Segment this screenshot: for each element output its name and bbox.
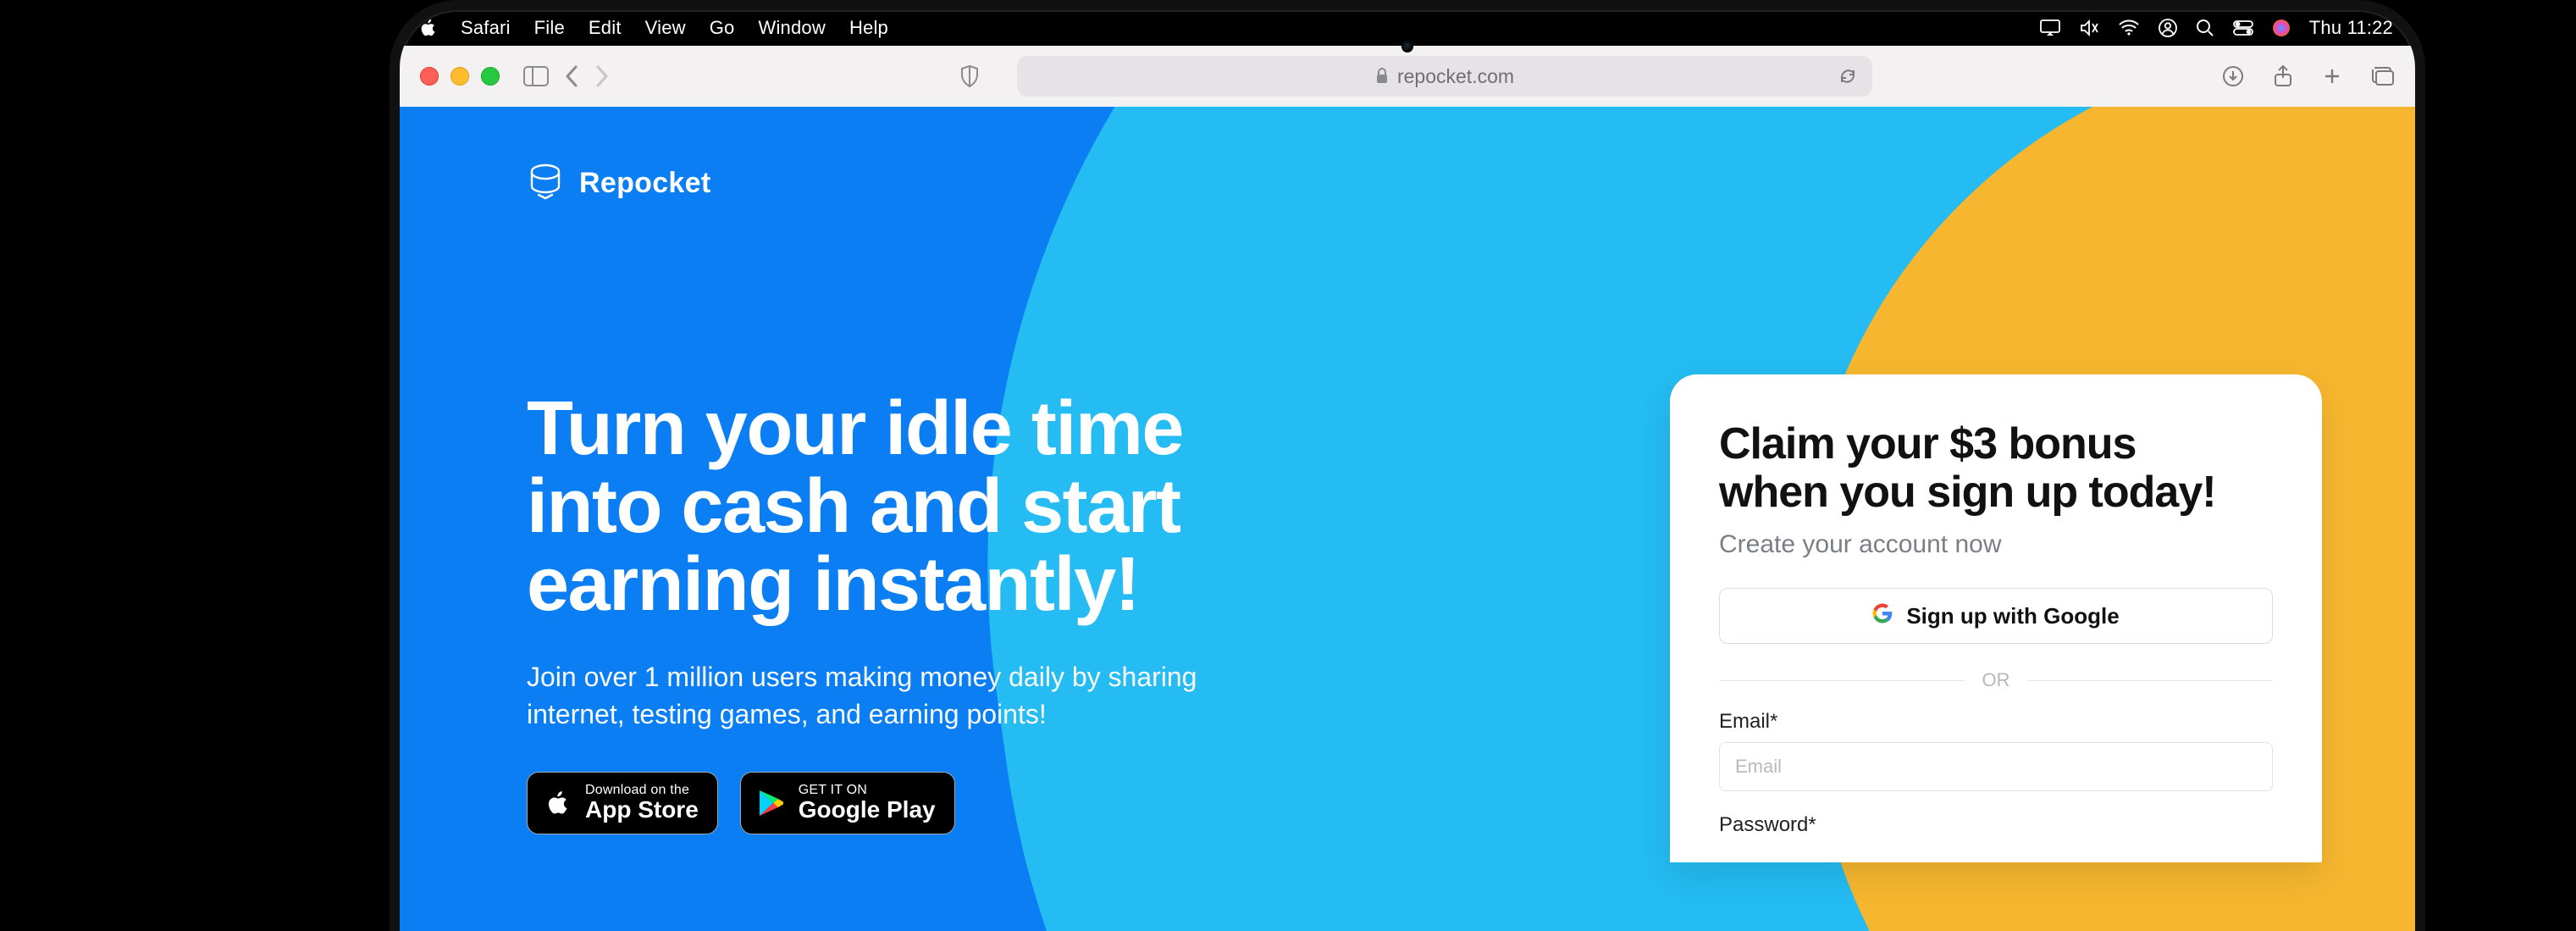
hero-subtitle: Join over 1 million users making money d… [527,659,1221,732]
brand-logo[interactable]: Repocket [527,163,2288,204]
forward-button[interactable] [594,64,610,88]
apple-logo-icon[interactable] [418,19,437,37]
google-signup-label: Sign up with Google [1906,603,2119,629]
page-viewport: Repocket Turn your idle time into cash a… [400,107,2415,931]
share-icon[interactable] [2273,64,2293,88]
mute-icon[interactable] [2079,19,2099,37]
tabs-overview-icon[interactable] [2371,66,2395,86]
laptop-frame: Safari File Edit View Go Window Help [390,0,2425,931]
close-window-button[interactable] [420,67,439,86]
menubar-item-edit[interactable]: Edit [589,17,622,39]
screen-mirroring-icon[interactable] [2040,19,2060,36]
sidebar-toggle-icon[interactable] [523,66,549,86]
downloads-icon[interactable] [2222,65,2244,87]
control-center-icon[interactable] [2233,20,2253,36]
user-icon[interactable] [2159,19,2177,37]
app-store-badge[interactable]: Download on the App Store [527,772,718,834]
card-subtitle: Create your account now [1719,530,2273,559]
menubar-item-file[interactable]: File [534,17,565,39]
siri-icon[interactable] [2272,19,2291,37]
card-title-line2: when you sign up today! [1719,468,2216,517]
menubar-clock[interactable]: Thu 11:22 [2309,17,2393,39]
spotlight-icon[interactable] [2196,19,2214,37]
hero-section: Turn your idle time into cash and start … [527,391,1306,834]
privacy-shield-icon[interactable] [959,64,980,88]
card-title: Claim your $3 bonus when you sign up tod… [1719,420,2273,517]
window-controls [420,67,500,86]
email-input[interactable] [1719,742,2273,791]
brand-name: Repocket [579,167,710,200]
menubar-item-window[interactable]: Window [758,17,825,39]
signup-card: Claim your $3 bonus when you sign up tod… [1670,374,2322,862]
or-separator: OR [1719,669,2273,691]
apple-icon [541,788,573,818]
app-store-bottom: App Store [585,797,699,822]
new-tab-icon[interactable] [2322,66,2342,86]
lock-icon [1375,68,1389,85]
menubar-item-go[interactable]: Go [710,17,735,39]
google-play-bottom: Google Play [799,797,936,822]
or-text: OR [1982,669,2010,691]
reload-icon[interactable] [1838,67,1857,86]
menubar-item-help[interactable]: Help [849,17,888,39]
google-play-top: GET IT ON [799,784,936,797]
hero-title: Turn your idle time into cash and start … [527,391,1306,623]
back-button[interactable] [564,64,579,88]
app-store-top: Download on the [585,784,699,797]
url-bar[interactable]: repocket.com [1017,56,1872,97]
wifi-icon[interactable] [2118,19,2140,36]
card-title-line1: Claim your $3 bonus [1719,419,2136,468]
google-play-badge[interactable]: GET IT ON Google Play [740,772,955,834]
google-logo-icon [1872,603,1893,629]
url-text: repocket.com [1397,65,1514,88]
google-play-icon [755,789,787,817]
menubar-item-view[interactable]: View [645,17,686,39]
safari-toolbar: repocket.com [400,46,2415,107]
fullscreen-window-button[interactable] [481,67,500,86]
menubar-app-name[interactable]: Safari [461,17,511,39]
google-signup-button[interactable]: Sign up with Google [1719,588,2273,644]
email-label: Email* [1719,710,2273,734]
password-label: Password* [1719,813,2273,837]
brand-logo-icon [527,163,564,204]
minimize-window-button[interactable] [451,67,469,86]
camera-dot [1401,41,1413,53]
